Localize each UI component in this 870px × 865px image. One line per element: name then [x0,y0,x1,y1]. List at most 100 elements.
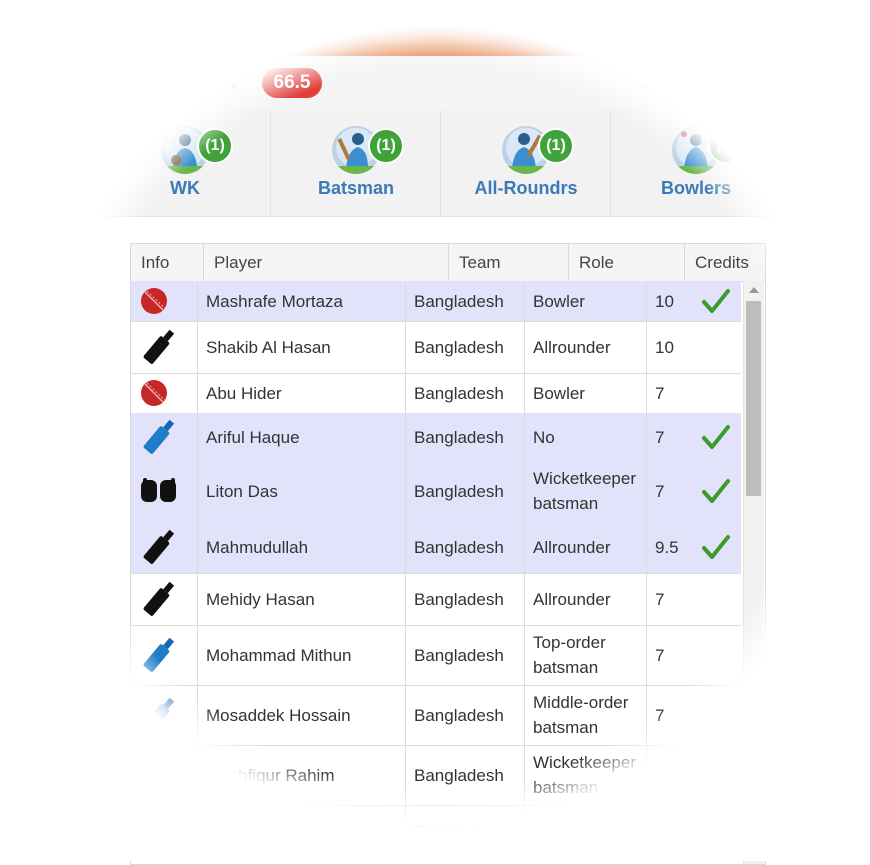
row-credits-value: 10 [655,765,674,785]
row-role: No [525,413,647,461]
table-row[interactable]: Shakib Al Hasan Bangladesh Allrounder 10 [131,321,741,374]
row-role-icon [131,521,198,573]
top-header: Players [150,0,730,56]
table-header: Info Player Team Role Credits [131,244,765,282]
row-role-icon [131,461,198,521]
tab-bowlers-count: (1) [708,128,744,164]
row-role: Allrounder [525,521,647,573]
scrollbar-thumb[interactable] [746,301,761,496]
tab-allrounders-count: (1) [538,128,574,164]
scroll-up-icon[interactable] [749,287,759,293]
tab-allrounders[interactable]: (1) All-Roundrs [440,110,611,216]
table-row[interactable]: Mohammad Mithun Bangladesh Top-order batsm… [131,625,741,686]
row-credits-value: 10 [655,337,674,357]
row-credits-value: 7 [655,383,665,403]
row-role: Middle-order batsman [525,685,647,745]
row-role-icon [131,321,198,373]
row-player-name: Liton Das [198,461,406,521]
table-row[interactable]: Mushfiqur Rahim Bangladesh Wicketkeeper ba… [131,745,741,806]
col-header-role[interactable]: Role [569,244,685,281]
row-role: Bowler [525,281,647,321]
table-row[interactable]: Abu Hider Bangladesh Bowler 7 [131,373,741,414]
row-team: Bangladesh [406,413,525,461]
row-team: Bangladesh [406,625,525,685]
tab-batsman-count: (1) [368,128,404,164]
cricket-ball-icon [141,288,167,314]
row-team: Bangladesh [406,573,525,625]
header-title: Players [330,2,430,33]
row-role-icon [131,625,198,685]
row-team: Bangladesh [406,521,525,573]
row-credits-value: 7 [655,589,665,609]
row-role: Bowler [525,373,647,413]
row-credits: 7 [647,461,741,521]
selected-check-icon [702,535,730,559]
table-scrollbar[interactable] [743,281,764,864]
row-role-icon [131,805,198,857]
row-team: Bangladesh [406,685,525,745]
row-credits: 9.5 [647,521,741,573]
keeper-gloves-icon [141,478,176,502]
row-player-name: Mashrafe Mortaza [198,281,406,321]
row-role-icon [131,573,198,625]
row-credits: 10 [647,321,741,373]
cricket-bat-icon [143,329,175,364]
cricket-ball-icon [141,380,167,406]
tab-wk-label: WK [170,178,200,198]
row-role: Wicketkeeper batsman [525,461,647,521]
tab-wk[interactable]: (1) WK [100,110,270,216]
row-credits: 7 [647,685,741,745]
row-team: Bangladesh [406,745,525,805]
row-role-icon [131,373,198,413]
table-row[interactable]: Mehidy Hasan Bangladesh Allrounder 7 [131,573,741,626]
row-role-icon [131,413,198,461]
row-credits: 9 [647,805,741,857]
credits-bar [0,56,870,110]
row-role: Allrounder [525,321,647,373]
selected-check-icon [702,425,730,449]
table-row[interactable]: Mahmudullah Bangladesh Allrounder 9.5 [131,521,741,574]
row-role-icon [131,281,198,321]
table-row[interactable]: Mashrafe Mortaza Bangladesh Bowler 10 [131,281,741,322]
row-team: Bangladesh [406,805,525,857]
row-credits: 7 [647,413,741,461]
credits-right-label: A [640,72,655,94]
keeper-gloves-icon [141,762,176,786]
row-credits: 7 [647,373,741,413]
row-player-name: Mustafizur Rahman [198,805,406,857]
row-credits: 10 [647,745,741,805]
row-credits-value: 7 [655,481,665,501]
selected-check-icon [702,479,730,503]
cricket-ball-icon [141,818,167,844]
table-row[interactable]: Mosaddek Hossain Bangladesh Middle-order b… [131,685,741,746]
row-role-icon [131,685,198,745]
tab-wk-count: (1) [197,128,233,164]
cricket-bat-icon [143,697,175,732]
table-row[interactable]: Ariful Haque Bangladesh No 7 [131,413,741,462]
tab-batsman[interactable]: (1) Batsman [270,110,441,216]
row-credits-value: 9 [655,821,665,841]
tab-bowlers[interactable]: (1) Bowlers [610,110,781,216]
row-team: Bangladesh [406,461,525,521]
row-team: Bangladesh [406,321,525,373]
col-header-info[interactable]: Info [131,244,204,281]
table-row[interactable]: Mustafizur Rahman Bangladesh Bowler 9 [131,805,741,858]
cricket-bat-icon [143,419,175,454]
row-role: Top-order batsman [525,625,647,685]
col-header-credits[interactable]: Credits [685,244,765,281]
row-credits-value: 7 [655,427,665,447]
row-player-name: Mahmudullah [198,521,406,573]
row-player-name: Mushfiqur Rahim [198,745,406,805]
row-player-name: Mehidy Hasan [198,573,406,625]
role-tabs: (1) WK (1) Batsman (1) All-Roundrs (1) B… [100,110,780,217]
row-role: Bowler [525,805,647,857]
row-player-name: Abu Hider [198,373,406,413]
table-row[interactable]: Liton Das Bangladesh Wicketkeeper batsman 7 [131,461,741,522]
row-credits-value: 10 [655,291,674,311]
tab-batsman-label: Batsman [317,178,395,198]
col-header-player[interactable]: Player [204,244,449,281]
selected-check-icon [702,289,730,313]
col-header-team[interactable]: Team [449,244,569,281]
row-role-icon [131,745,198,805]
cricket-bat-icon [143,637,175,672]
